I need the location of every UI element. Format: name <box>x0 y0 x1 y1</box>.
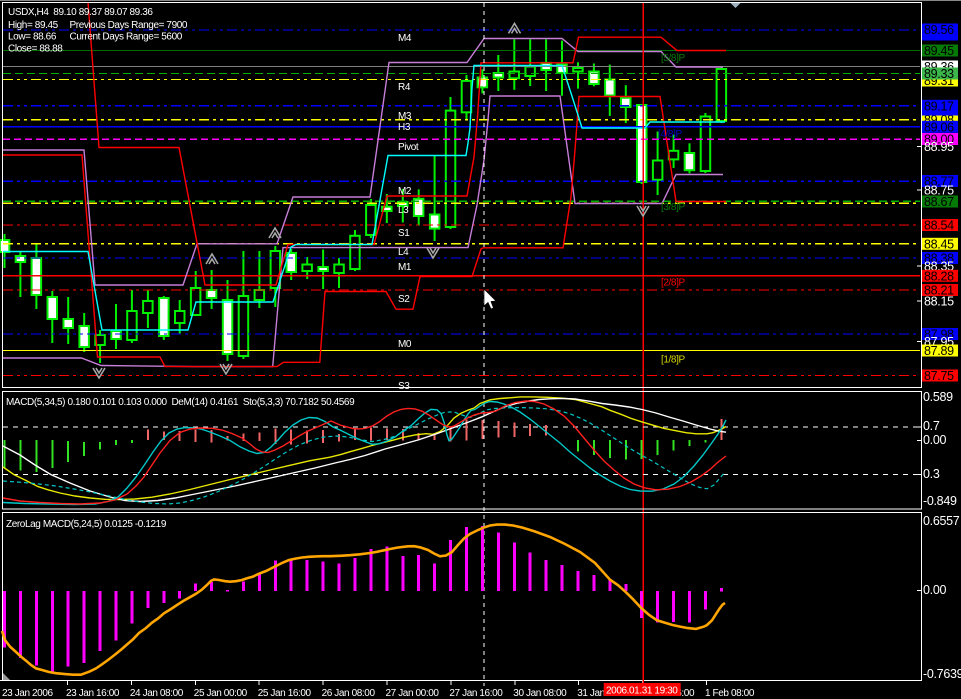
svg-text:30 Jan 08:00: 30 Jan 08:00 <box>513 688 567 699</box>
svg-text:2006.01.31 19:30: 2006.01.31 19:30 <box>606 686 678 697</box>
svg-text:88.45: 88.45 <box>924 237 954 251</box>
svg-text:0.589: 0.589 <box>923 390 953 404</box>
svg-text:L4: L4 <box>398 247 409 258</box>
svg-text:H3: H3 <box>398 122 411 133</box>
svg-text:[4/8]P: [4/8]P <box>658 129 682 140</box>
svg-text:M3: M3 <box>398 111 412 122</box>
svg-text:M2: M2 <box>398 186 412 197</box>
svg-text:Close= 88.88: Close= 88.88 <box>8 44 63 55</box>
svg-text:0.7: 0.7 <box>923 419 940 433</box>
svg-text:0.3: 0.3 <box>923 467 940 481</box>
svg-text:25 Jan 16:00: 25 Jan 16:00 <box>258 688 312 699</box>
svg-text:[5/8]P: [5/8]P <box>661 53 685 64</box>
svg-text:Current Days Range= 5600: Current Days Range= 5600 <box>70 32 183 43</box>
svg-text:-0.849: -0.849 <box>923 494 957 508</box>
svg-text:-0.7639: -0.7639 <box>923 667 961 681</box>
svg-text:M1: M1 <box>398 262 412 273</box>
svg-text:89.56: 89.56 <box>924 23 954 37</box>
svg-text:89.33: 89.33 <box>924 67 954 81</box>
svg-text:ZeroLag MACD(5,24,5) 0.0125 -0: ZeroLag MACD(5,24,5) 0.0125 -0.1219 <box>6 519 167 530</box>
svg-text:M0: M0 <box>398 339 412 350</box>
svg-text:R4: R4 <box>398 82 411 93</box>
svg-text:87.75: 87.75 <box>924 369 954 383</box>
svg-text:Previous Days Range= 7900: Previous Days Range= 7900 <box>70 20 188 31</box>
svg-text:88.28: 88.28 <box>924 269 954 283</box>
svg-text:88.15: 88.15 <box>924 295 954 309</box>
svg-text:0.6557: 0.6557 <box>923 514 960 528</box>
svg-text:USDX,H4 89.10 89.37 89.07 89.: USDX,H4 89.10 89.37 89.07 89.36 <box>8 7 153 18</box>
svg-text:MACD(5,34,5) 0.180 0.101 0.103: MACD(5,34,5) 0.180 0.101 0.103 0.000 DeM… <box>6 397 355 408</box>
svg-text:27 Jan 00:00: 27 Jan 00:00 <box>386 688 440 699</box>
svg-text:26 Jan 08:00: 26 Jan 08:00 <box>322 688 376 699</box>
svg-text:[1/8]P: [1/8]P <box>661 355 685 366</box>
svg-text:24 Jan 08:00: 24 Jan 08:00 <box>130 688 184 699</box>
svg-text:88.54: 88.54 <box>924 219 954 233</box>
svg-text:S1: S1 <box>398 228 410 239</box>
svg-text:25 Jan 00:00: 25 Jan 00:00 <box>194 688 248 699</box>
svg-text:S3: S3 <box>398 381 410 392</box>
svg-text:0.00: 0.00 <box>923 583 946 597</box>
svg-text:89.17: 89.17 <box>924 99 954 113</box>
svg-text:[2/8]P: [2/8]P <box>661 278 685 289</box>
svg-text:88.95: 88.95 <box>924 140 954 154</box>
svg-text:M4: M4 <box>398 33 412 44</box>
svg-text:Low= 88.66: Low= 88.66 <box>8 32 57 43</box>
svg-text:87.89: 87.89 <box>924 344 954 358</box>
svg-text:L3: L3 <box>398 205 409 216</box>
svg-text:High= 89.45: High= 89.45 <box>8 20 59 31</box>
svg-text:[3/8]P: [3/8]P <box>661 202 685 213</box>
svg-text:89.45: 89.45 <box>924 44 954 58</box>
svg-text:S2: S2 <box>398 294 410 305</box>
svg-text:88.67: 88.67 <box>924 195 954 209</box>
svg-text:0.00: 0.00 <box>923 433 946 447</box>
svg-text:27 Jan 16:00: 27 Jan 16:00 <box>449 688 503 699</box>
svg-text:23 Jan 16:00: 23 Jan 16:00 <box>66 688 120 699</box>
svg-text:1 Feb 08:00: 1 Feb 08:00 <box>705 688 755 699</box>
svg-text:Pivot: Pivot <box>398 142 419 153</box>
svg-text:23 Jan 2006: 23 Jan 2006 <box>2 688 53 699</box>
